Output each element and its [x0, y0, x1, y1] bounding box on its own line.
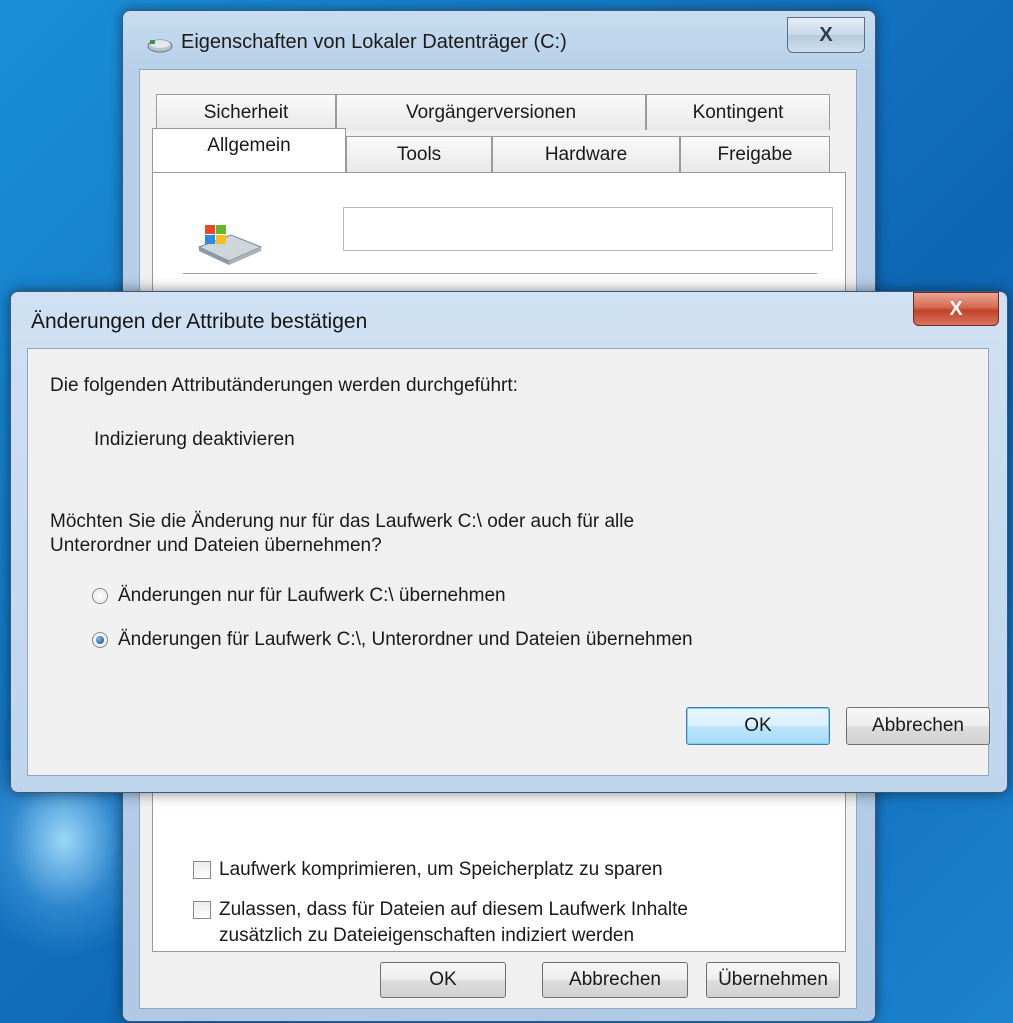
confirm-attribute-changes-dialog: Änderungen der Attribute bestätigen X Di… [10, 291, 1008, 793]
option-drive-only-radio[interactable] [92, 588, 108, 604]
tab-hardware[interactable]: Hardware [492, 136, 680, 172]
tab-sicherheit[interactable]: Sicherheit [156, 94, 336, 130]
option-drive-subfolders-radio[interactable] [92, 632, 108, 648]
question-line-2: Unterordner und Dateien übernehmen? [50, 535, 382, 556]
confirm-close-button[interactable]: X [913, 292, 999, 326]
confirm-dialog-body: Die folgenden Attributänderungen werden … [27, 348, 990, 776]
compress-drive-checkbox-row[interactable]: Laufwerk komprimieren, um Speicherplatz … [193, 857, 663, 883]
separator [183, 273, 817, 274]
allow-indexing-checkbox-row[interactable]: Zulassen, dass für Dateien auf diesem La… [193, 897, 753, 949]
changes-intro-text: Die folgenden Attributänderungen werden … [50, 375, 518, 396]
properties-titlebar: Eigenschaften von Lokaler Datenträger (C… [123, 11, 875, 67]
confirm-dialog-title: Änderungen der Attribute bestätigen [31, 310, 368, 333]
allow-indexing-checkbox[interactable] [193, 901, 211, 919]
compress-drive-checkbox[interactable] [193, 861, 211, 879]
tab-freigabe[interactable]: Freigabe [680, 136, 830, 172]
option-drive-subfolders-label: Änderungen für Laufwerk C:\, Unterordner… [118, 629, 693, 650]
drive-icon [147, 39, 173, 53]
windows-drive-icon [197, 225, 263, 265]
compress-drive-label: Laufwerk komprimieren, um Speicherplatz … [219, 859, 663, 880]
confirm-cancel-button[interactable]: Abbrechen [846, 707, 990, 745]
tab-kontingent[interactable]: Kontingent [646, 94, 830, 130]
option-drive-only-label: Änderungen nur für Laufwerk C:\ übernehm… [118, 585, 506, 606]
option-drive-subfolders-row[interactable]: Änderungen für Laufwerk C:\, Unterordner… [92, 629, 693, 651]
tab-allgemein[interactable]: Allgemein [152, 128, 346, 172]
allow-indexing-label: Zulassen, dass für Dateien auf diesem La… [219, 899, 688, 946]
properties-cancel-button[interactable]: Abbrechen [542, 962, 688, 998]
option-drive-only-row[interactable]: Änderungen nur für Laufwerk C:\ übernehm… [92, 585, 506, 607]
tab-vorgaengerversionen[interactable]: Vorgängerversionen [336, 94, 646, 130]
properties-apply-button[interactable]: Übernehmen [706, 962, 840, 998]
properties-close-button[interactable]: X [787, 17, 865, 53]
properties-window-title: Eigenschaften von Lokaler Datenträger (C… [181, 31, 567, 53]
question-line-1: Möchten Sie die Änderung nur für das Lau… [50, 511, 635, 532]
change-item-text: Indizierung deaktivieren [94, 429, 295, 450]
properties-ok-button[interactable]: OK [380, 962, 506, 998]
confirm-ok-button[interactable]: OK [686, 707, 830, 745]
tab-tools[interactable]: Tools [346, 136, 492, 172]
drive-label-input[interactable] [343, 207, 833, 251]
